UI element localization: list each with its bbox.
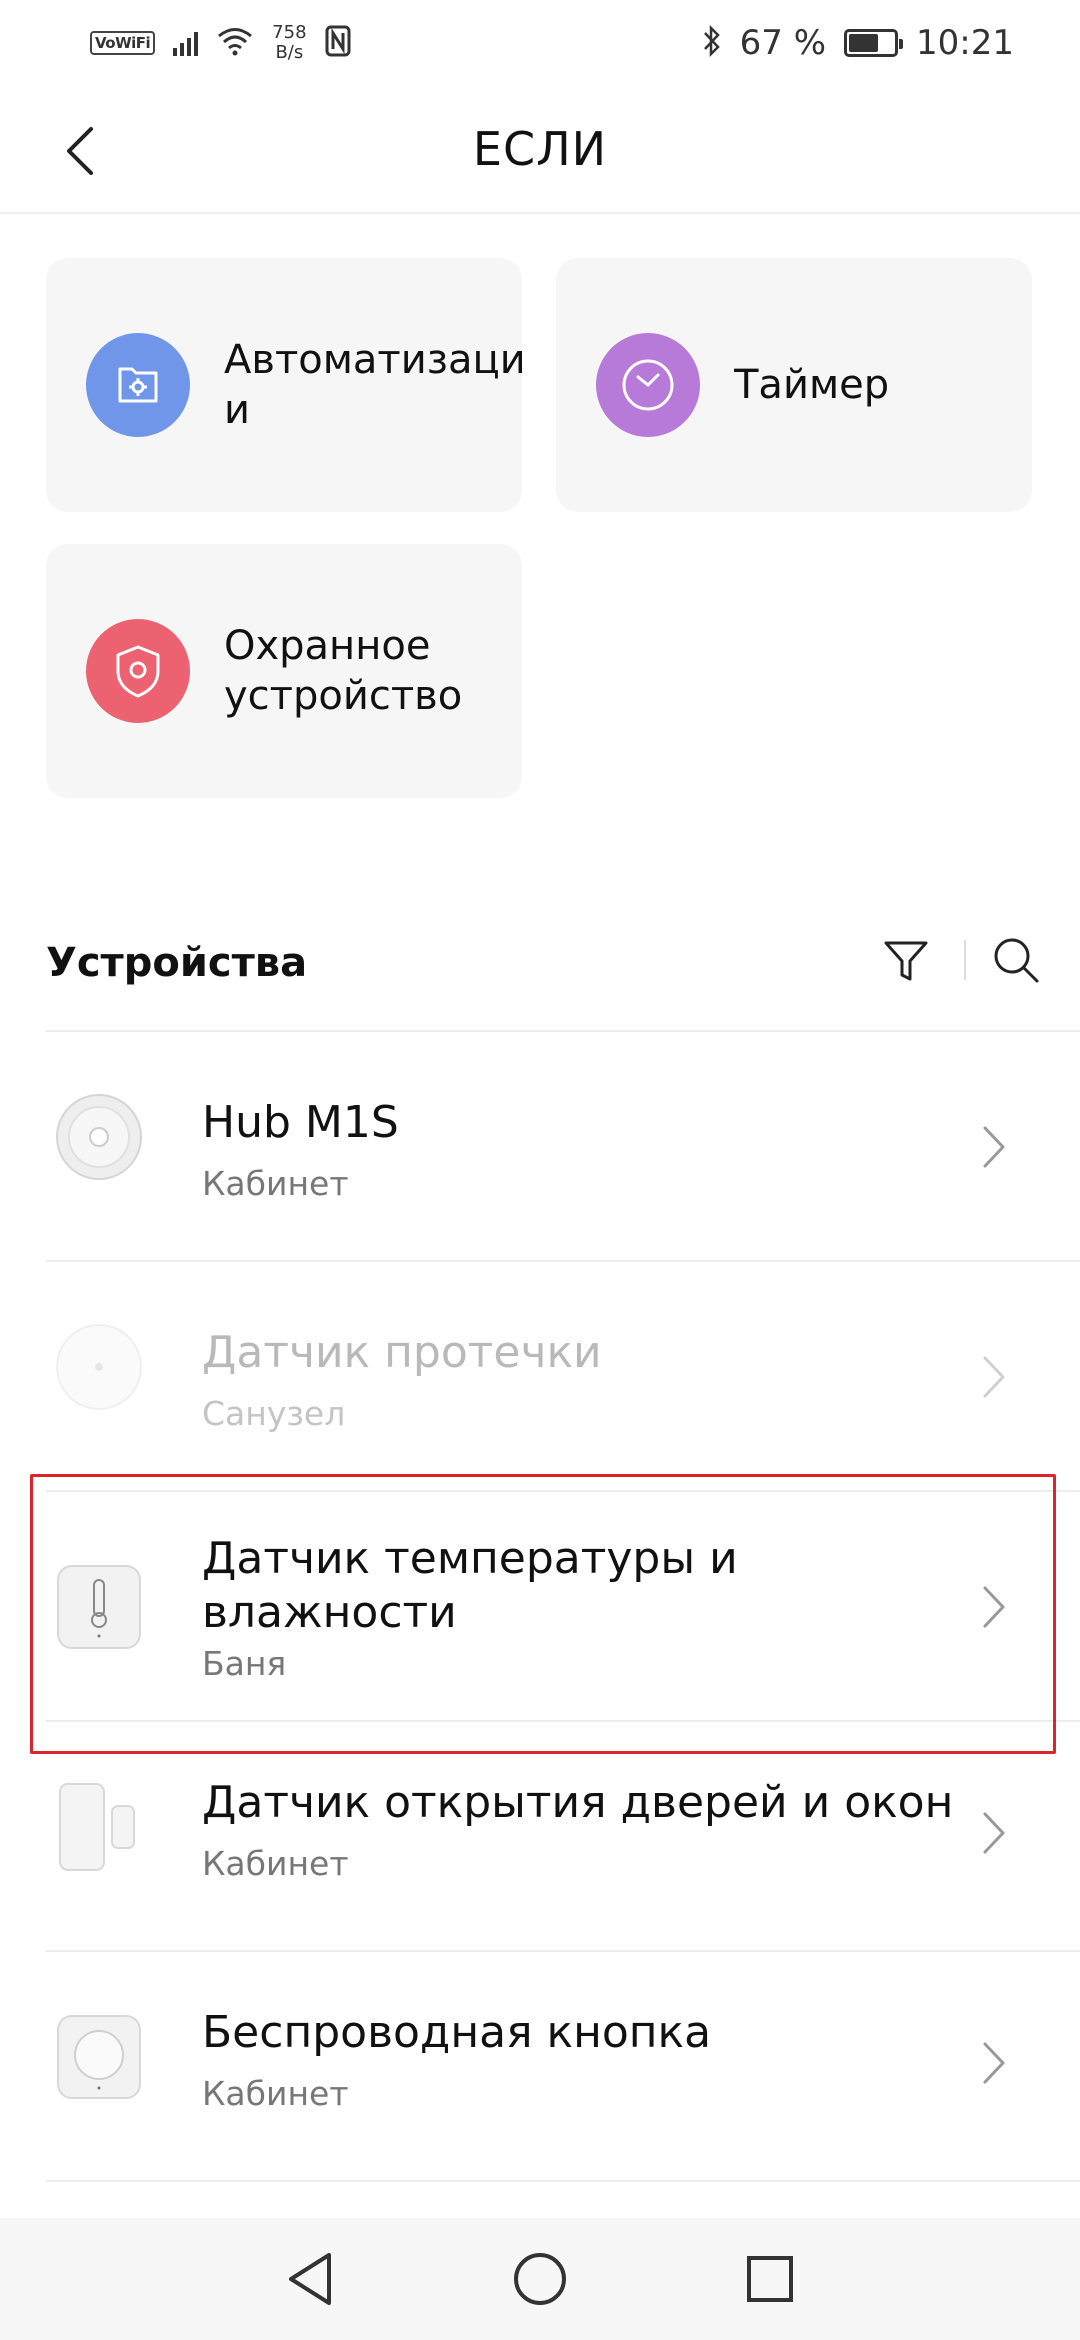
search-button[interactable] <box>986 930 1046 990</box>
chevron-right-icon <box>974 1352 1014 1402</box>
condition-card-security[interactable]: Охранное устройство <box>46 544 522 798</box>
device-row-hub[interactable]: Hub M1S Кабинет <box>46 1032 1080 1260</box>
device-room: Кабинет <box>202 1164 349 1203</box>
nav-back-button[interactable] <box>270 2239 350 2319</box>
condition-label-security: Охранное устройство <box>224 623 463 719</box>
device-row-leak-sensor[interactable]: Датчик протечки Санузел <box>46 1262 1080 1490</box>
status-left: VoWiFi 758 B/s <box>90 23 351 63</box>
chevron-right-icon <box>974 1808 1014 1858</box>
devices-section-title: Устройства <box>46 940 308 986</box>
circle-home-icon <box>514 2253 566 2305</box>
filter-button[interactable] <box>876 930 936 990</box>
bluetooth-icon <box>702 24 722 62</box>
device-row-wireless-button[interactable]: Беспроводная кнопка Кабинет <box>46 1952 1080 2180</box>
status-bar: VoWiFi 758 B/s 67 % 10:21 <box>0 0 1080 86</box>
leak-sensor-icon <box>54 1322 144 1412</box>
condition-card-timer[interactable]: Таймер <box>556 258 1032 512</box>
devices-section-header: Устройства <box>46 930 1046 1000</box>
battery-percent: 67 % <box>739 23 827 63</box>
square-recents-icon <box>747 2256 793 2302</box>
filter-icon <box>884 941 928 981</box>
condition-label-timer: Таймер <box>734 362 890 408</box>
device-room: Кабинет <box>202 2074 349 2113</box>
header-divider <box>964 940 966 980</box>
search-icon <box>994 938 1039 983</box>
app-header: ЕСЛИ <box>0 86 1080 214</box>
door-sensor-icon <box>54 1782 144 1872</box>
condition-card-automation[interactable]: Автоматизаци и <box>46 258 522 512</box>
shield-icon <box>86 619 190 723</box>
divider <box>46 2180 1080 2182</box>
device-name: Hub M1S <box>202 1097 399 1148</box>
nfc-icon <box>325 25 351 61</box>
device-row-door-sensor[interactable]: Датчик открытия дверей и окон Кабинет <box>46 1722 1080 1950</box>
signal-icon <box>173 30 199 56</box>
chevron-right-icon <box>974 2038 1014 2088</box>
status-right: 67 % 10:21 <box>702 23 1014 63</box>
highlight-box <box>30 1474 1056 1754</box>
condition-label-automation: Автоматизаци и <box>224 337 522 433</box>
net-speed: 758 B/s <box>272 23 306 63</box>
page-title: ЕСЛИ <box>472 122 608 176</box>
device-room: Санузел <box>202 1394 346 1433</box>
battery-icon <box>844 29 904 57</box>
device-name: Датчик открытия дверей и окон <box>202 1777 954 1828</box>
battery-fill <box>849 34 879 52</box>
net-speed-unit: B/s <box>275 42 304 63</box>
triangle-back-icon <box>289 2253 331 2305</box>
chevron-right-icon <box>974 1122 1014 1172</box>
wireless-button-icon <box>54 2012 144 2102</box>
folder-gear-icon <box>86 333 190 437</box>
device-name: Беспроводная кнопка <box>202 2007 712 2058</box>
clock-time: 10:21 <box>916 23 1014 63</box>
nav-recents-button[interactable] <box>730 2239 810 2319</box>
device-name: Датчик протечки <box>202 1327 602 1378</box>
device-room: Кабинет <box>202 1844 349 1883</box>
wifi-icon <box>216 26 254 60</box>
system-nav-bar <box>0 2218 1080 2340</box>
hub-icon <box>54 1092 144 1182</box>
vowifi-icon: VoWiFi <box>90 31 156 55</box>
clock-icon <box>596 333 700 437</box>
net-speed-value: 758 <box>272 22 307 43</box>
nav-home-button[interactable] <box>500 2239 580 2319</box>
